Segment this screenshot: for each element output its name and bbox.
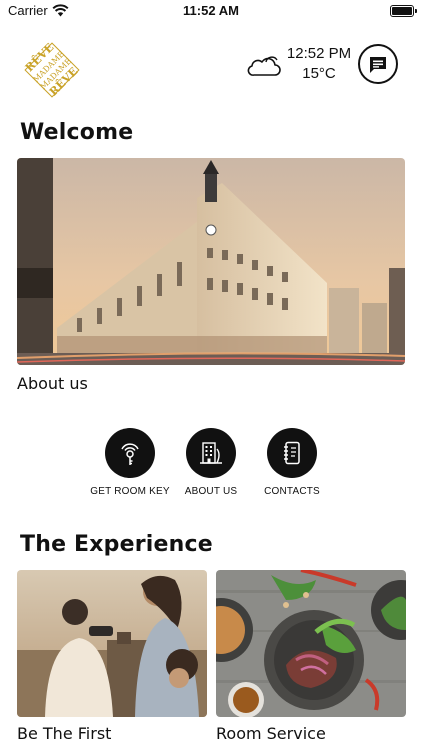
message-icon xyxy=(370,57,386,73)
hotel-logo[interactable]: RÊVE MADAME MADAME RÊVE xyxy=(20,38,84,102)
experience-card-room-service[interactable] xyxy=(216,570,406,717)
hotel-building-photo xyxy=(17,158,405,365)
food-photo xyxy=(216,570,406,717)
weather-temperature: 15°C xyxy=(302,65,336,82)
experience-caption-room-service[interactable]: Room Service xyxy=(216,724,326,743)
weather-widget: 12:52 PM 15°C xyxy=(286,44,352,84)
welcome-heading: Welcome xyxy=(20,120,134,145)
hero-caption[interactable]: About us xyxy=(17,374,88,393)
experience-caption-be-the-first[interactable]: Be The First xyxy=(17,724,111,743)
clock: 11:52 AM xyxy=(183,3,239,18)
experience-card-be-the-first[interactable] xyxy=(17,570,207,717)
contacts-button[interactable]: CONTACTS xyxy=(242,428,342,497)
chat-button[interactable] xyxy=(358,44,398,84)
weather-time: 12:52 PM xyxy=(286,45,352,62)
experience-heading: The Experience xyxy=(20,532,213,557)
status-bar: Carrier 11:52 AM xyxy=(0,0,422,22)
battery-icon xyxy=(390,5,417,17)
cloud-icon xyxy=(247,56,281,76)
address-book-icon xyxy=(267,428,317,478)
couple-photo xyxy=(17,570,207,717)
building-icon xyxy=(186,428,236,478)
contacts-label: CONTACTS xyxy=(264,486,320,497)
hero-image[interactable] xyxy=(17,158,405,365)
key-icon xyxy=(105,428,155,478)
